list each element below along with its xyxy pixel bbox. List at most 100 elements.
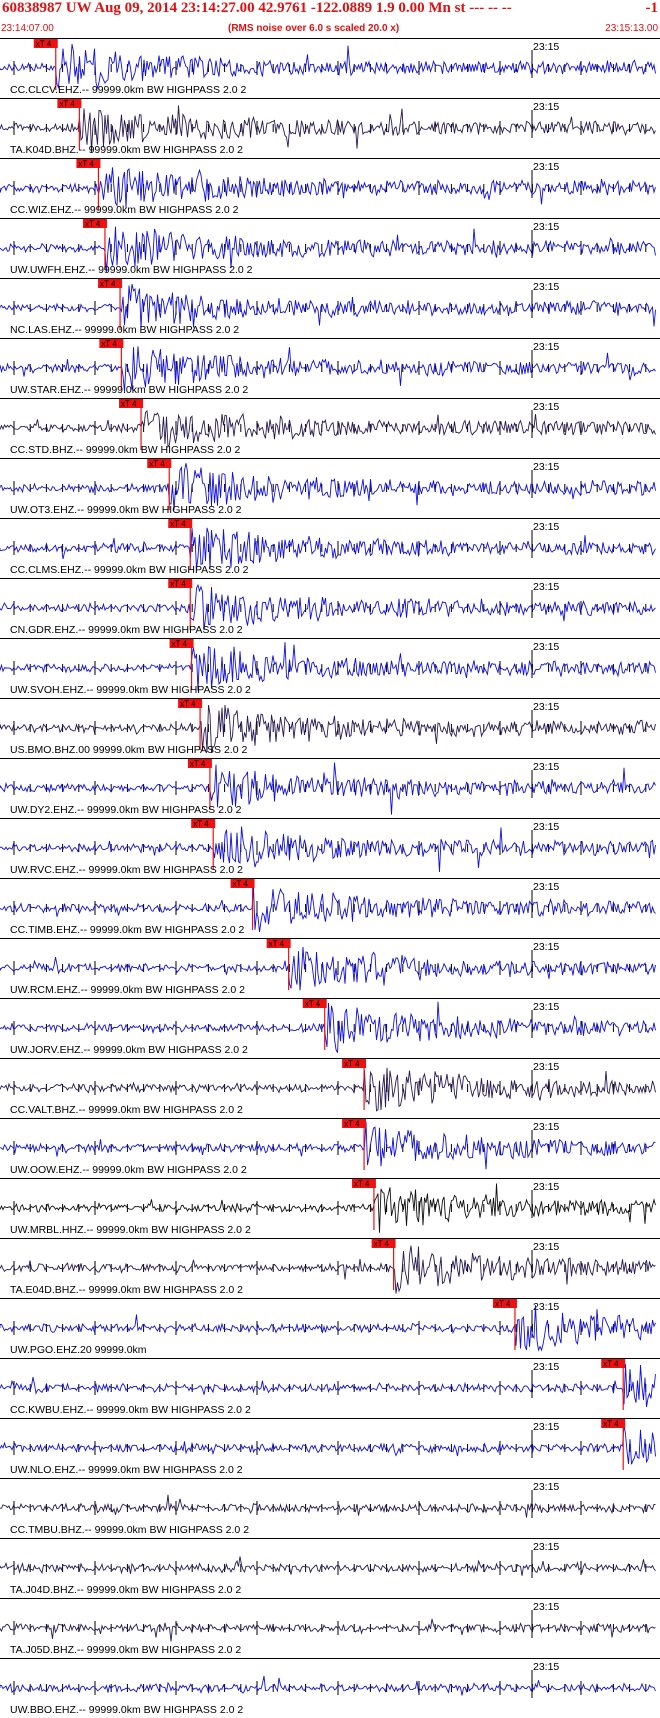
waveform	[0, 1494, 656, 1518]
minute-label: 23:15	[533, 1241, 559, 1253]
pick-label: xT 4	[269, 940, 285, 949]
trace-row: 23:15 xT 4 UW.OT3.EHZ.-- 99999.0km BW HIGH…	[0, 458, 660, 516]
trace-label: CC.CLCV.EHZ.-- 99999.0km BW HIGHPASS 2.0…	[10, 84, 246, 96]
end-time: 23:15:13.00	[605, 23, 658, 34]
minute-label: 23:15	[533, 1001, 559, 1013]
trace-label: UW.OOW.EHZ.-- 99999.0km BW HIGHPASS 2.0 …	[10, 1164, 247, 1176]
trace-row: 23:15 xT 4 UW.RVC.EHZ.-- 99999.0km BW HIGH…	[0, 818, 660, 876]
pick-label: xT 4	[374, 1240, 390, 1249]
trace-row: 23:15 xT 4 UW.OOW.EHZ.-- 99999.0km BW HIGH…	[0, 1118, 660, 1176]
trace-label: UW.RVC.EHZ.-- 99999.0km BW HIGHPASS 2.0 …	[10, 864, 243, 876]
minute-label: 23:15	[533, 821, 559, 833]
pick-label: xT 4	[193, 820, 209, 829]
trace-row: 23:15 TA.J04D.BHZ.-- 99999.0km BW HIGHPAS…	[0, 1538, 660, 1596]
minute-label: 23:15	[533, 1181, 559, 1193]
minute-label: 23:15	[533, 1061, 559, 1073]
minute-label: 23:15	[533, 161, 559, 173]
trace-label: TA.J04D.BHZ.-- 99999.0km BW HIGHPASS 2.0…	[10, 1584, 241, 1596]
pick-label: xT 4	[36, 40, 52, 49]
minute-label: 23:15	[533, 1361, 559, 1373]
trace-label: UW.MRBL.HHZ.-- 99999.0km BW HIGHPASS 2.0…	[10, 1224, 251, 1236]
pick-label: xT 4	[78, 160, 94, 169]
trace-row: 23:15 xT 4 UW.RCM.EHZ.-- 99999.0km BW HIGH…	[0, 938, 660, 996]
event-title: 60838987 UW Aug 09, 2014 23:14:27.00 42.…	[2, 0, 512, 16]
trace-row: 23:15 xT 4 UW.JORV.EHZ.-- 99999.0km BW HIG…	[0, 998, 660, 1056]
end-mark: -1	[645, 0, 659, 16]
pick-label: xT 4	[344, 1120, 360, 1129]
trace-label: UW.RCM.EHZ.-- 99999.0km BW HIGHPASS 2.0 …	[10, 984, 245, 996]
minute-label: 23:15	[533, 1421, 559, 1433]
minute-label: 23:15	[533, 581, 559, 593]
pick-label: xT 4	[170, 580, 186, 589]
minute-label: 23:15	[533, 881, 559, 893]
pick-label: xT 4	[305, 1000, 321, 1009]
pick-label: xT 4	[495, 1300, 511, 1309]
trace-row: 23:15 xT 4 NC.LAS.EHZ.-- 99999.0km BW HIGH…	[0, 278, 660, 336]
trace-label: UW.SVOH.EHZ.-- 99999.0km BW HIGHPASS 2.0…	[10, 684, 251, 696]
pick-label: xT 4	[603, 1360, 619, 1369]
trace-row: 23:15 xT 4 UW.DY2.EHZ.-- 99999.0km BW HIGH…	[0, 758, 660, 816]
minute-label: 23:15	[533, 1121, 559, 1133]
trace-label: CC.TIMB.EHZ.-- 99999.0km BW HIGHPASS 2.0…	[10, 924, 245, 936]
minute-label: 23:15	[533, 1601, 559, 1613]
minute-label: 23:15	[533, 761, 559, 773]
minute-label: 23:15	[533, 1541, 559, 1553]
trace-label: UW.PGO.EHZ.20 99999.0km	[10, 1344, 147, 1356]
trace-row: 23:15 xT 4 CC.WIZ.EHZ.-- 99999.0km BW HIGH…	[0, 158, 660, 216]
trace-label: CC.KWBU.EHZ.-- 99999.0km BW HIGHPASS 2.0…	[10, 1404, 251, 1416]
trace-label: UW.NLO.EHZ.-- 99999.0km BW HIGHPASS 2.0 …	[10, 1464, 243, 1476]
minute-label: 23:15	[533, 221, 559, 233]
minute-label: 23:15	[533, 101, 559, 113]
pick-label: xT 4	[344, 1060, 360, 1069]
trace-label: CN.GDR.EHZ.-- 99999.0km BW HIGHPASS 2.0 …	[10, 624, 243, 636]
pick-label: xT 4	[59, 100, 75, 109]
trace-row: 23:15 xT 4 CC.VALT.BHZ.-- 99999.0km BW HIG…	[0, 1058, 660, 1116]
trace-label: TA.J05D.BHZ.-- 99999.0km BW HIGHPASS 2.0…	[10, 1644, 241, 1656]
minute-label: 23:15	[533, 1661, 559, 1673]
waveform	[0, 527, 656, 570]
trace-row: 23:15 xT 4 CC.KWBU.EHZ.-- 99999.0km BW HIG…	[0, 1358, 660, 1416]
pick-label: xT 4	[354, 1180, 370, 1189]
pick-label: xT 4	[100, 280, 116, 289]
pick-label: xT 4	[603, 1420, 619, 1429]
minute-label: 23:15	[533, 521, 559, 533]
trace-label: TA.E04D.BHZ.-- 99999.0km BW HIGHPASS 2.0…	[10, 1284, 243, 1296]
trace-label: US.BMO.BHZ.00 99999.0km BW HIGHPASS 2.0 …	[10, 744, 247, 756]
trace-label: UW.JORV.EHZ.-- 99999.0km BW HIGHPASS 2.0…	[10, 1044, 248, 1056]
trace-row: 23:15 xT 4 UW.UWFH.EHZ.-- 99999.0km BW HIG…	[0, 218, 660, 276]
header: 60838987 UW Aug 09, 2014 23:14:27.00 42.…	[0, 0, 660, 38]
pick-label: xT 4	[190, 760, 206, 769]
waveform	[0, 1618, 656, 1642]
pick-label: xT 4	[149, 460, 165, 469]
trace-row: 23:15 UW.BBO.EHZ.-- 99999.0km BW HIGHPASS…	[0, 1658, 660, 1716]
trace-row: 23:15 xT 4 CC.CLMS.EHZ.-- 99999.0km BW HIG…	[0, 518, 660, 576]
trace-label: UW.BBO.EHZ.-- 99999.0km BW HIGHPASS 2.0 …	[10, 1704, 243, 1716]
trace-label: NC.LAS.EHZ.-- 99999.0km BW HIGHPASS 2.0 …	[10, 324, 239, 336]
minute-label: 23:15	[533, 281, 559, 293]
waveform	[0, 1675, 656, 1696]
trace-row: 23:15 xT 4 CC.STD.BHZ.-- 99999.0km BW HIGH…	[0, 398, 660, 456]
minute-label: 23:15	[533, 941, 559, 953]
minute-label: 23:15	[533, 41, 559, 53]
pick-label: xT 4	[172, 640, 188, 649]
trace-label: CC.WIZ.EHZ.-- 99999.0km BW HIGHPASS 2.0 …	[10, 204, 239, 216]
trace-label: UW.UWFH.EHZ.-- 99999.0km BW HIGHPASS 2.0…	[10, 264, 253, 276]
minute-label: 23:15	[533, 641, 559, 653]
seismogram-panel: 23:15 xT 4 CC.CLCV.EHZ.-- 99999.0km BW HIG…	[0, 38, 660, 1716]
trace-label: CC.VALT.BHZ.-- 99999.0km BW HIGHPASS 2.0…	[10, 1104, 243, 1116]
minute-label: 23:15	[533, 401, 559, 413]
trace-label: TA.K04D.BHZ.-- 99999.0km BW HIGHPASS 2.0…	[10, 144, 243, 156]
waveform	[0, 409, 656, 449]
trace-row: 23:15 xT 4 TA.K04D.BHZ.-- 99999.0km BW HIG…	[0, 98, 660, 156]
start-time: 23:14:07.00	[1, 23, 54, 34]
minute-label: 23:15	[533, 701, 559, 713]
trace-row: 23:15 xT 4 CC.TIMB.EHZ.-- 99999.0km BW HIG…	[0, 878, 660, 936]
waveform	[0, 1556, 656, 1576]
pick-label: xT 4	[85, 220, 101, 229]
trace-label: CC.STD.BHZ.-- 99999.0km BW HIGHPASS 2.0 …	[10, 444, 240, 456]
trace-label: UW.STAR.EHZ.-- 99999.0km BW HIGHPASS 2.0…	[10, 384, 248, 396]
pick-label: xT 4	[170, 520, 186, 529]
minute-label: 23:15	[533, 341, 559, 353]
trace-row: 23:15 xT 4 UW.PGO.EHZ.20 99999.0km	[0, 1298, 660, 1356]
trace-label: CC.TMBU.BHZ.-- 99999.0km BW HIGHPASS 2.0…	[10, 1524, 249, 1536]
